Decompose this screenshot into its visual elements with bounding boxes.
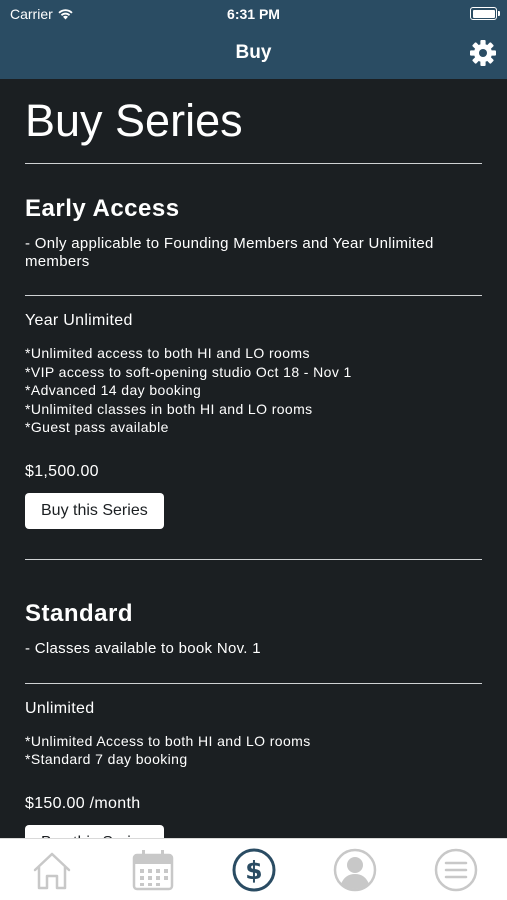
feature-item: *VIP access to soft-opening studio Oct 1… <box>25 363 352 380</box>
profile-icon <box>333 848 377 892</box>
tab-home[interactable] <box>28 846 76 894</box>
tab-buy[interactable]: $ <box>230 846 278 894</box>
feature-item: *Unlimited classes in both HI and LO roo… <box>25 400 313 417</box>
dollar-icon: $ <box>232 848 276 892</box>
feature-list: *Unlimited Access to both HI and LO room… <box>25 732 482 769</box>
section-title: Early Access <box>25 195 180 222</box>
divider <box>25 163 482 164</box>
buy-series-button[interactable]: Buy this Series <box>25 492 164 529</box>
nav-bar: Buy <box>0 30 507 79</box>
series-section-early-access: Early Access - Only applicable to Foundi… <box>25 195 482 560</box>
series-price: $150.00 /month <box>25 794 141 812</box>
tab-calendar[interactable] <box>129 846 177 894</box>
svg-text:$: $ <box>245 856 262 885</box>
menu-icon <box>434 848 478 892</box>
gear-icon[interactable] <box>469 39 497 67</box>
calendar-icon <box>132 850 174 891</box>
tab-profile[interactable] <box>331 846 379 894</box>
battery-icon <box>470 7 500 20</box>
section-description: - Classes available to book Nov. 1 <box>25 639 261 657</box>
buy-series-button[interactable]: Buy this Series <box>25 824 164 838</box>
feature-item: *Standard 7 day booking <box>25 751 188 767</box>
home-icon <box>33 852 71 890</box>
section-title: Standard <box>25 599 134 627</box>
series-price: $1,500.00 <box>25 462 99 480</box>
divider <box>25 295 482 296</box>
status-time: 6:31 PM <box>227 6 280 22</box>
series-item-name: Unlimited <box>25 699 95 717</box>
nav-title: Buy <box>235 42 272 63</box>
status-bar: Carrier 6:31 PM <box>0 0 507 30</box>
feature-item: *Unlimited access to both HI and LO room… <box>25 345 310 361</box>
feature-list: *Unlimited access to both HI and LO room… <box>25 344 482 437</box>
divider <box>25 558 482 560</box>
feature-item: *Unlimited Access to both HI and LO room… <box>25 732 311 749</box>
divider <box>25 682 482 684</box>
feature-item: *Guest pass available <box>25 419 169 435</box>
page-title: Buy Series <box>25 95 243 146</box>
section-description: - Only applicable to Founding Members an… <box>25 235 434 270</box>
feature-item: *Advanced 14 day booking <box>25 382 202 398</box>
series-item-name: Year Unlimited <box>25 312 133 329</box>
tab-menu[interactable] <box>432 846 480 894</box>
content-scroll[interactable]: Buy Series Early Access - Only applicabl… <box>0 79 507 838</box>
tab-bar: $ <box>0 838 507 900</box>
series-section-standard: Standard - Classes available to book Nov… <box>25 599 482 838</box>
